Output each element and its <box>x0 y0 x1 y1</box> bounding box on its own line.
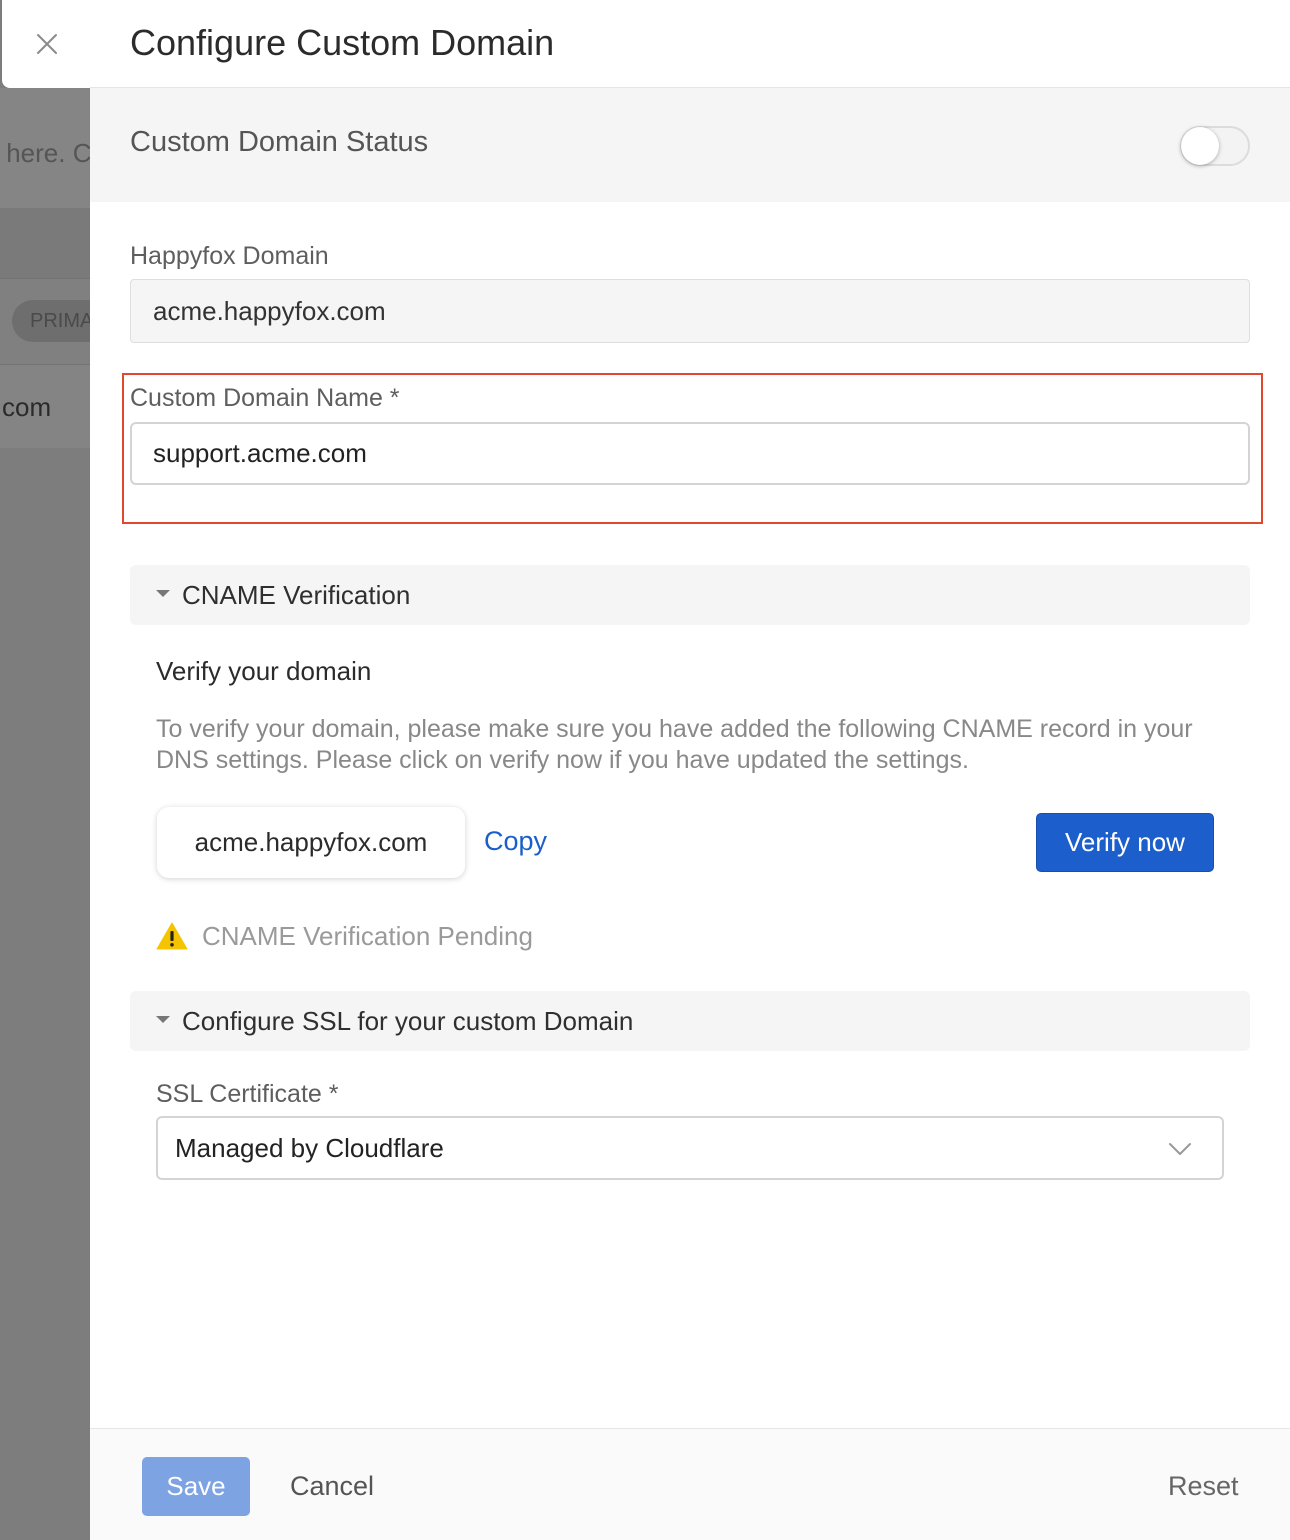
background-pill: PRIMA <box>12 300 90 342</box>
cname-record-chip: acme.happyfox.com <box>157 807 465 878</box>
verify-description: To verify your domain, please make sure … <box>156 715 1193 774</box>
status-bar: Custom Domain Status <box>90 88 1290 202</box>
status-label: Custom Domain Status <box>130 126 429 158</box>
caret-down-icon <box>156 1016 170 1023</box>
ssl-certificate-select[interactable]: Managed by Cloudflare <box>156 1116 1224 1180</box>
background-page: s here. C PRIMA com <box>0 0 90 1540</box>
ssl-section-header[interactable]: Configure SSL for your custom Domain <box>130 991 1250 1051</box>
configure-domain-drawer: Configure Custom Domain Custom Domain St… <box>90 0 1290 1540</box>
cancel-button[interactable]: Cancel <box>290 1471 374 1502</box>
background-row-text: com <box>2 392 52 422</box>
background-band <box>0 208 90 278</box>
custom-domain-input[interactable]: support.acme.com <box>130 422 1250 485</box>
ssl-certificate-value: Managed by Cloudflare <box>175 1133 444 1163</box>
close-button[interactable] <box>2 0 92 88</box>
cname-section-title: CNAME Verification <box>182 580 411 610</box>
verify-heading: Verify your domain <box>156 656 372 686</box>
drawer-header: Configure Custom Domain <box>90 0 1290 88</box>
ssl-certificate-label: SSL Certificate * <box>156 1080 339 1108</box>
caret-down-icon <box>156 590 170 597</box>
warning-icon <box>156 922 188 950</box>
drawer-footer: Save Cancel Reset <box>90 1428 1290 1540</box>
reset-button[interactable]: Reset <box>1168 1471 1239 1502</box>
happyfox-domain-field: acme.happyfox.com <box>130 279 1250 343</box>
verify-now-button[interactable]: Verify now <box>1036 813 1214 872</box>
ssl-section-title: Configure SSL for your custom Domain <box>182 1006 634 1036</box>
close-icon <box>37 34 57 54</box>
custom-domain-label: Custom Domain Name * <box>130 384 400 412</box>
drawer-title: Configure Custom Domain <box>130 22 555 63</box>
chevron-down-icon <box>1169 1143 1191 1155</box>
happyfox-domain-label: Happyfox Domain <box>130 242 329 270</box>
cname-section-header[interactable]: CNAME Verification <box>130 565 1250 625</box>
toggle-knob <box>1181 127 1219 165</box>
verification-status-text: CNAME Verification Pending <box>202 920 533 951</box>
copy-link[interactable]: Copy <box>484 826 547 857</box>
save-button[interactable]: Save <box>142 1457 250 1516</box>
verification-status: CNAME Verification Pending <box>156 920 533 952</box>
status-toggle[interactable] <box>1180 126 1250 166</box>
background-text: s here. C <box>0 138 90 168</box>
